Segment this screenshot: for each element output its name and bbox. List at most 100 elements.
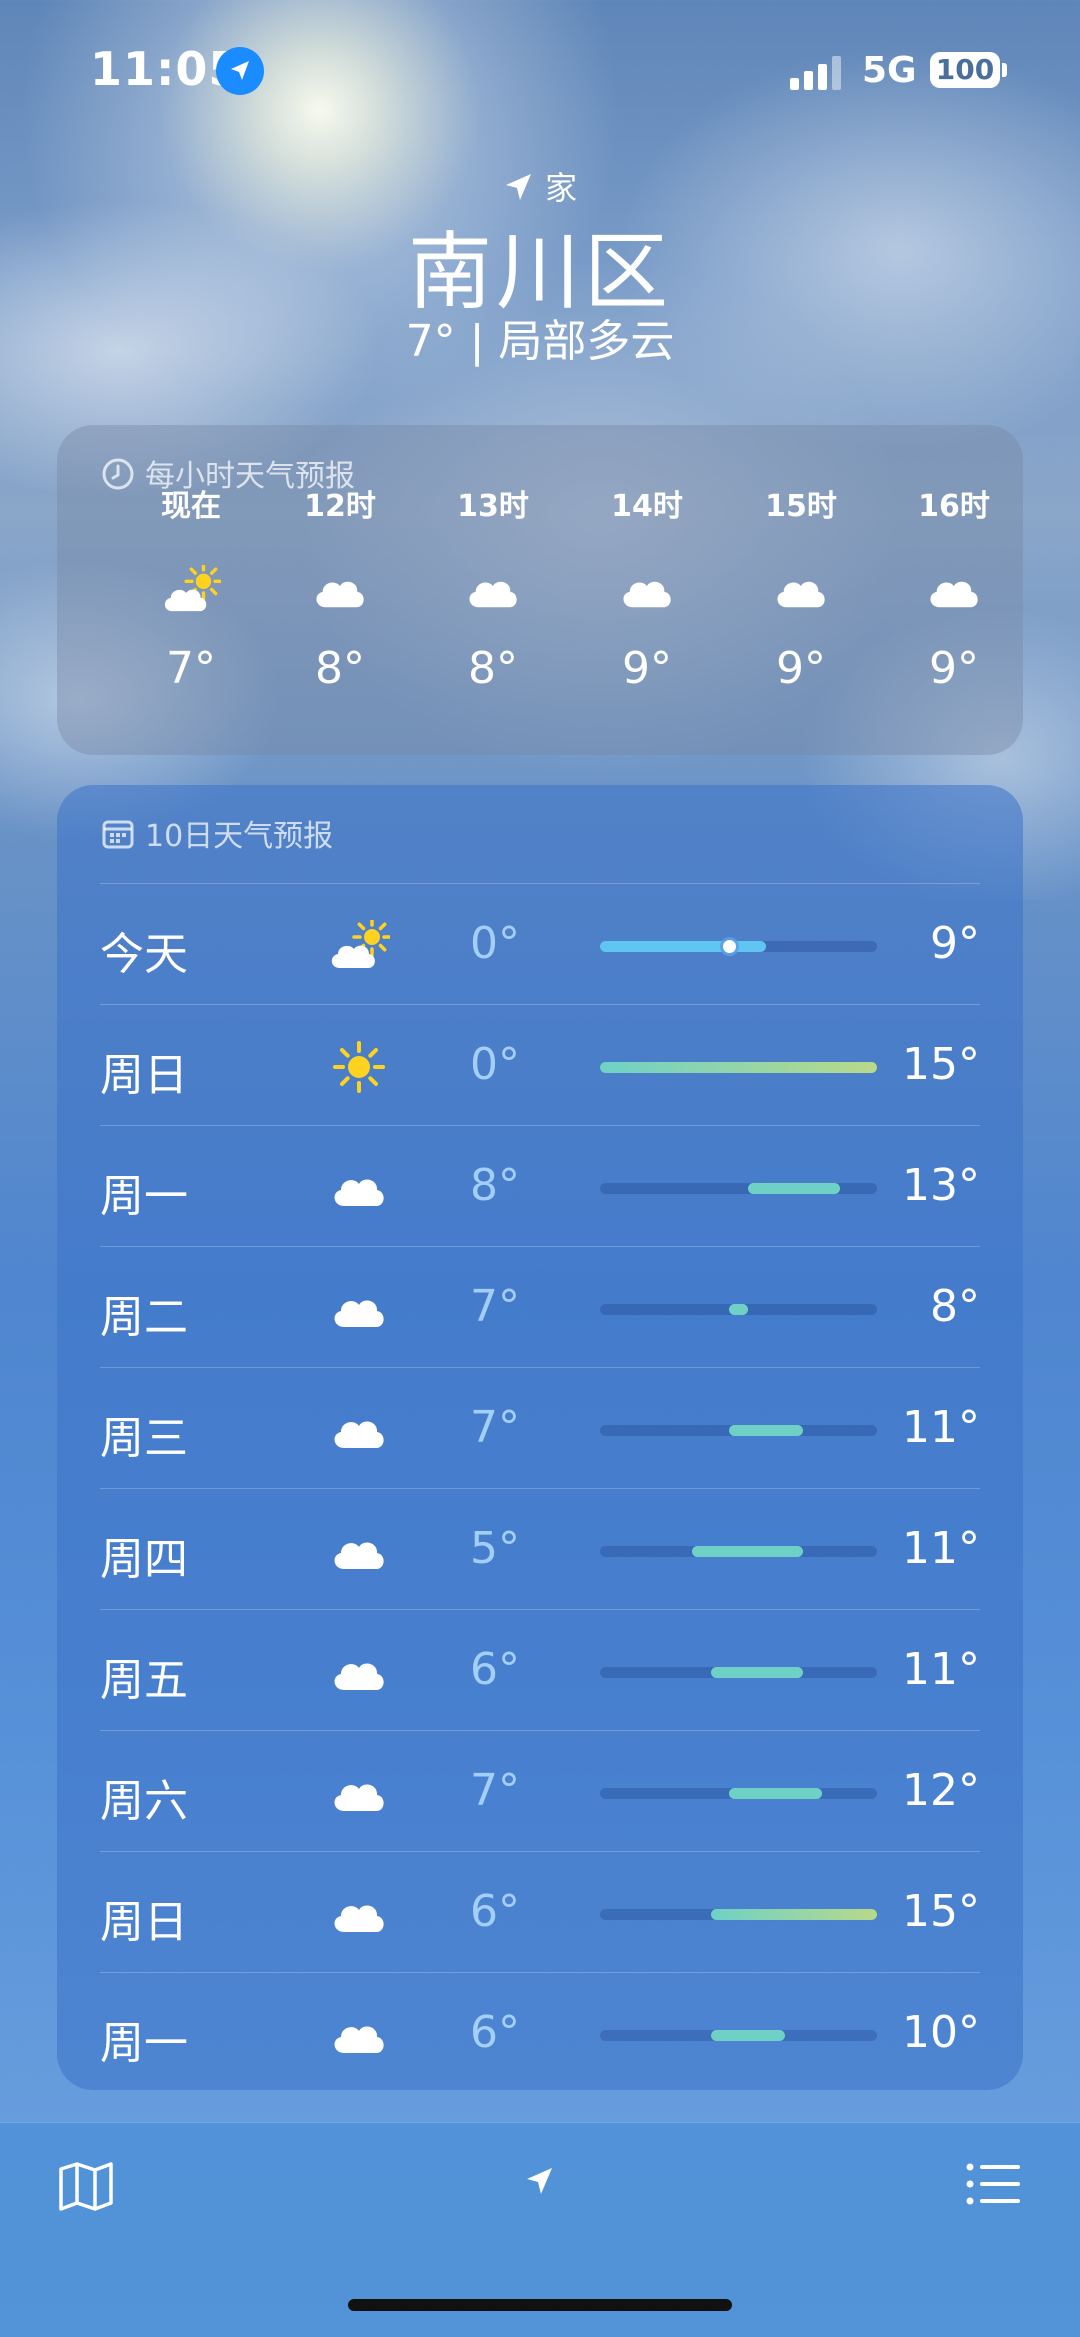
cloud-icon [924,565,984,615]
temp-range-fill [729,1304,748,1315]
temp-range-bar [600,1788,877,1799]
battery-tip [1002,63,1007,77]
high-temp: 9° [930,918,980,969]
high-temp: 12° [902,1765,980,1816]
home-indicator [348,2299,732,2311]
high-temp: 11° [902,1644,980,1695]
cloud-icon [328,1404,390,1456]
daily-forecast-title: 10日天气预报 [101,811,333,859]
hour-temp: 8° [468,643,518,694]
hourly-list[interactable]: 现在 7° 12时 8° 13时 8° 14时 9° 15时 9° 16时 9° [57,489,1023,755]
low-temp: 6° [470,2007,520,2058]
temp-range-fill [600,941,767,952]
hour-label: 13时 [457,489,529,524]
temp-range-bar [600,1425,877,1436]
high-temp: 11° [902,1402,980,1453]
hour-temp: 9° [622,643,672,694]
hourly-forecast-card[interactable]: 每小时天气预报 现在 7° 12时 8° 13时 8° 14时 9° 15时 9° 16时 9° [57,425,1023,755]
cloud-icon [771,565,831,615]
temp-range-fill [710,1909,877,1920]
list-icon[interactable] [966,2163,1020,2205]
day-name: 周六 [100,1776,188,1827]
daily-forecast-row[interactable]: 周三 7° 11° [100,1367,980,1489]
sun-cloud-icon [161,562,223,615]
home-label: 家 [545,169,578,207]
hour-label: 现在 [161,489,221,524]
temp-range-fill [729,1788,822,1799]
low-temp: 8° [470,1160,520,1211]
low-temp: 0° [470,918,520,969]
clock-icon [101,457,135,499]
temp-range-fill [692,1546,804,1557]
cloud-icon [328,1162,390,1214]
temp-range-bar [600,1062,877,1073]
daily-forecast-row[interactable]: 周一 8° 13° [100,1125,980,1247]
daily-forecast-row[interactable]: 周日 6° 15° [100,1851,980,1973]
temp-range-fill [710,1667,804,1678]
temp-range-bar [600,1304,877,1315]
day-name: 周三 [100,1413,188,1464]
low-temp: 6° [470,1886,520,1937]
daily-forecast-row[interactable]: 周四 5° 11° [100,1488,980,1610]
low-temp: 7° [470,1402,520,1453]
cloud-icon [328,2009,390,2061]
temp-range-fill [600,1062,877,1073]
daily-forecast-row[interactable]: 周二 7° 8° [100,1246,980,1368]
high-temp: 11° [902,1523,980,1574]
hour-temp: 9° [776,643,826,694]
daily-forecast-row[interactable]: 周一 6° 10° [100,1972,980,2094]
low-temp: 0° [470,1039,520,1090]
location-arrow-icon [505,174,531,200]
temp-range-bar [600,1909,877,1920]
daily-forecast-row[interactable]: 周日 0° 15° [100,1004,980,1126]
day-name: 周一 [100,1171,188,1222]
cellular-signal-icon [790,56,846,90]
high-temp: 13° [902,1160,980,1211]
hour-temp: 8° [315,643,365,694]
map-icon[interactable] [58,2161,114,2211]
low-temp: 5° [470,1523,520,1574]
temp-range-fill [710,2030,785,2041]
high-temp: 8° [930,1281,980,1332]
daily-forecast-row[interactable]: 今天 0° 9° [100,883,980,1005]
daily-forecast-row[interactable]: 周五 6° 11° [100,1609,980,1731]
high-temp: 15° [902,1039,980,1090]
location-arrow-icon[interactable] [524,2165,556,2197]
day-name: 今天 [100,929,188,980]
low-temp: 6° [470,1644,520,1695]
temp-range-bar [600,940,877,953]
cloud-icon [328,1283,390,1335]
day-name: 周二 [100,1292,188,1343]
day-name: 周一 [100,2018,188,2069]
current-condition: 7° | 局部多云 [405,316,675,367]
cloud-icon [328,1767,390,1819]
hour-label: 16时 [918,489,990,524]
hour-label: 15时 [765,489,837,524]
temp-range-bar [600,1546,877,1557]
cloud-icon [617,565,677,615]
temp-range-fill [747,1183,841,1194]
temp-range-bar [600,1183,877,1194]
hour-label: 14时 [611,489,683,524]
hour-temp: 9° [929,643,979,694]
cloud-icon [310,565,370,615]
location-active-icon [216,47,264,95]
day-name: 周日 [100,1897,188,1948]
sun-cloud-icon [328,917,392,972]
temp-range-fill [729,1425,804,1436]
daily-forecast-card[interactable]: 10日天气预报 今天 0° 9° 周日 0° 15° 周一 8° 13° 周二 7° 8° 周三 7° 11… [57,785,1023,2090]
cloud-icon [328,1646,390,1698]
high-temp: 15° [902,1886,980,1937]
daily-forecast-row[interactable]: 周六 7° 12° [100,1730,980,1852]
low-temp: 7° [470,1765,520,1816]
day-name: 周五 [100,1655,188,1706]
home-location-label: 家 [0,163,1080,209]
daily-title-text: 10日天气预报 [145,819,334,854]
cloud-icon [328,1888,390,1940]
high-temp: 10° [902,2007,980,2058]
day-name: 周日 [100,1050,188,1101]
network-type: 5G [862,50,917,91]
temp-range-bar [600,1667,877,1678]
cloud-icon [463,565,523,615]
calendar-icon [101,817,135,859]
